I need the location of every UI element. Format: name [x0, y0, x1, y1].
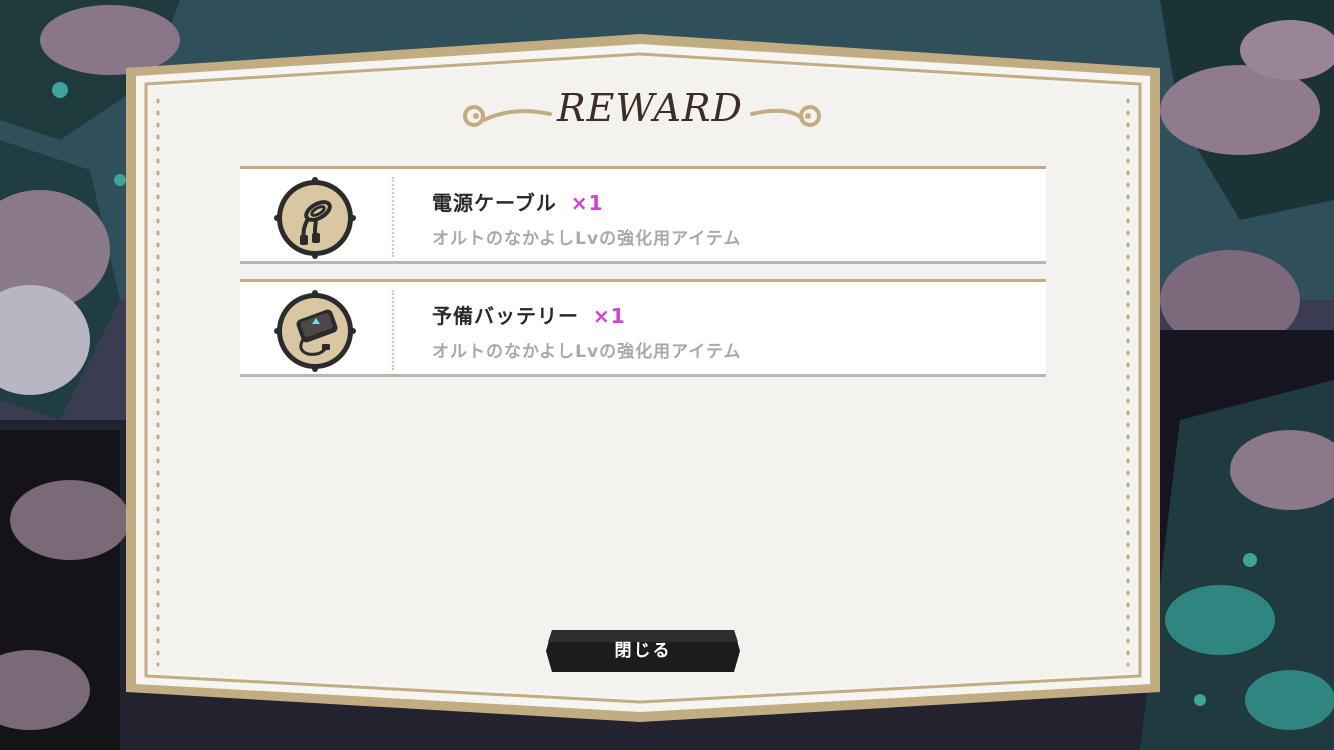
item-name: 電源ケーブル ×1	[432, 191, 604, 215]
title-ornament-right	[750, 105, 821, 127]
close-button-label: 閉じる	[614, 641, 672, 661]
spare-battery-icon	[274, 290, 356, 372]
item-name: 予備バッテリー ×1	[432, 304, 626, 328]
item-quantity: ×1	[570, 191, 604, 215]
close-button[interactable]: 閉じる	[546, 628, 740, 674]
item-divider	[392, 177, 394, 257]
dialog-title: REWARD	[556, 86, 744, 130]
power-cable-icon	[274, 177, 356, 259]
item-description: オルトのなかよしLvの強化用アイテム	[432, 229, 742, 249]
reward-item-spare-battery: 予備バッテリー ×1 オルトのなかよしLvの強化用アイテム	[240, 279, 1046, 377]
item-divider	[392, 290, 394, 370]
reward-list: 電源ケーブル ×1 オルトのなかよしLvの強化用アイテム 予備バッテリー ×1 オル…	[240, 166, 1046, 392]
reward-item-power-cable: 電源ケーブル ×1 オルトのなかよしLvの強化用アイテム	[240, 166, 1046, 264]
item-description: オルトのなかよしLvの強化用アイテム	[432, 342, 742, 362]
item-quantity: ×1	[593, 304, 626, 328]
